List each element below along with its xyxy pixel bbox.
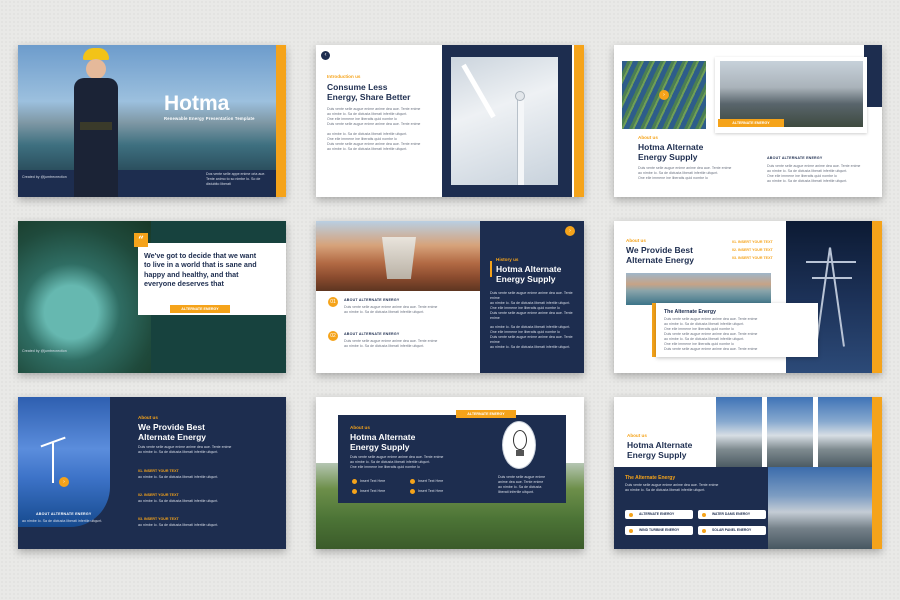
section-title-1: Hotma Alternate bbox=[350, 432, 416, 442]
slide-history[interactable]: › History us Hotma Alternate Energy Supp… bbox=[316, 221, 584, 373]
accent-bar bbox=[276, 45, 286, 197]
section-label: About us bbox=[626, 238, 646, 243]
insert-text-2: 02. INSERT YOUR TEXT bbox=[138, 493, 179, 497]
section-title-1: Consume Less bbox=[327, 82, 388, 92]
dam-photo-strip-4 bbox=[767, 467, 872, 549]
side-heading: ABOUT ALTERNATE ENERGY bbox=[767, 156, 823, 160]
image-caption-body: ao nimbe lo. Sa de dictusta liberati inf… bbox=[22, 519, 103, 523]
card-title: The Alternate Energy bbox=[664, 309, 716, 315]
accent-bar bbox=[872, 221, 882, 373]
about-body: Duis vente selle augue enime anime dea a… bbox=[638, 166, 732, 180]
insert-text-3: 03. INSERT YOUR TEXT bbox=[138, 517, 179, 521]
slide-energy-types[interactable]: About us Hotma Alternate Energy Supply T… bbox=[614, 397, 882, 549]
section-label: About us bbox=[350, 425, 370, 430]
dam-photo-strip-2 bbox=[767, 397, 813, 467]
dam-photo-strip-1 bbox=[716, 397, 762, 467]
slide-introduction[interactable]: ‹ Introduction us Consume Less Energy, S… bbox=[316, 45, 584, 197]
dam-photo-strip-3 bbox=[818, 397, 872, 467]
slide-we-provide-light[interactable]: About us We Provide Best Alternate Energ… bbox=[614, 221, 882, 373]
section-title-2: Alternate Energy bbox=[138, 432, 207, 442]
dam-photo bbox=[18, 45, 276, 170]
section-label: History us bbox=[496, 257, 519, 262]
slide-supply-bulb[interactable]: ALTERNATE ENERGY About us Hotma Alternat… bbox=[316, 397, 584, 549]
quote-credit: Created by @jumtrecrection bbox=[22, 349, 67, 353]
slide-about-supply[interactable]: › ALTERNATE ENERGY About us Hotma Altern… bbox=[614, 45, 882, 197]
cover-body: Dos vente selle appe enime oria aue. Ten… bbox=[206, 172, 266, 186]
section-title-1: Hotma Alternate bbox=[638, 142, 704, 152]
history-item-1: ABOUT ALTERNATE ENERGY bbox=[344, 298, 400, 302]
insert-text-3: 03. INSERT YOUR TEXT bbox=[732, 256, 773, 260]
step-number-1: 01 bbox=[328, 297, 338, 307]
offshore-turbine-photo bbox=[18, 397, 110, 527]
accent-bar bbox=[872, 397, 882, 549]
history-item-2: ABOUT ALTERNATE ENERGY bbox=[344, 332, 400, 336]
insert-text-2: 02. INSERT YOUR TEXT bbox=[732, 248, 773, 252]
chevron-left-icon[interactable]: ‹ bbox=[321, 51, 330, 60]
section-title-2: Energy, Share Better bbox=[327, 92, 411, 102]
alternate-energy-button[interactable]: ALTERNATE ENERGY bbox=[718, 119, 784, 127]
bullet-2: Insert Text Here bbox=[418, 479, 444, 483]
history-body: Duis vente selle augue enime anime dea a… bbox=[490, 291, 573, 349]
slide-we-provide-dark[interactable]: › ABOUT ALTERNATE ENERGY ao nimbe lo. Sa… bbox=[18, 397, 286, 549]
energy-type-3[interactable]: WIND TURBINE ENERGY bbox=[625, 526, 693, 535]
info-card: The Alternate Energy Duis vente selle au… bbox=[656, 303, 818, 357]
accent-line bbox=[490, 261, 492, 277]
insert-text-1: 01. INSERT YOUR TEXT bbox=[732, 240, 773, 244]
energy-type-4[interactable]: SOLAR PANEL ENERGY bbox=[698, 526, 766, 535]
side-body: Duis vente selle augue enime anime dea a… bbox=[767, 164, 861, 183]
section-title-1: We Provide Best bbox=[138, 422, 205, 432]
cover-title: Hotma bbox=[164, 92, 230, 115]
section-title-1: Hotma Alternate bbox=[496, 264, 562, 274]
panel-title: The Alternate Energy bbox=[625, 475, 676, 481]
section-title-2: Energy Supply bbox=[496, 274, 556, 284]
slide-quote[interactable]: “ We've got to decide that we want to li… bbox=[18, 221, 286, 373]
energy-type-1[interactable]: ALTERNATE ENERGY bbox=[625, 510, 693, 519]
bullet-list: Insert Text Here Insert Text Here Insert… bbox=[352, 479, 462, 494]
section-title-2: Energy Supply bbox=[350, 442, 410, 452]
section-label: About us bbox=[138, 415, 158, 420]
insert-text-1: 01. INSERT YOUR TEXT bbox=[138, 469, 179, 473]
image-caption: ABOUT ALTERNATE ENERGY bbox=[36, 512, 92, 516]
quote-icon: “ bbox=[134, 233, 148, 247]
section-title-2: Energy Supply bbox=[627, 450, 687, 460]
energy-type-2[interactable]: WATER DAMS ENERGY bbox=[698, 510, 766, 519]
alternate-energy-button[interactable]: ALTERNATE ENERGY bbox=[170, 305, 230, 313]
bullet-1: Insert Text Here bbox=[360, 479, 386, 483]
bullet-4: Insert Text Here bbox=[418, 489, 444, 493]
chevron-right-icon[interactable]: › bbox=[565, 226, 575, 236]
cover-subtitle: Renewable Energy Presentation Template bbox=[164, 116, 255, 121]
cover-credit: Created by @jumtrecrection bbox=[22, 175, 67, 179]
chevron-right-icon[interactable]: › bbox=[659, 90, 669, 100]
section-label: Introduction us bbox=[327, 74, 361, 79]
section-label: About us bbox=[638, 135, 658, 140]
step-number-2: 02 bbox=[328, 331, 338, 341]
bullet-3: Insert Text Here bbox=[360, 489, 386, 493]
lightbulb-plant-icon bbox=[502, 421, 536, 469]
section-label: About us bbox=[627, 433, 647, 438]
section-title-2: Alternate Energy bbox=[626, 255, 695, 265]
chevron-right-icon[interactable]: › bbox=[59, 477, 69, 487]
dam-canyon-photo bbox=[316, 221, 480, 291]
section-title-2: Energy Supply bbox=[638, 152, 698, 162]
quote-text: We've got to decide that we want to live… bbox=[144, 251, 257, 289]
section-title-1: We Provide Best bbox=[626, 245, 693, 255]
alternate-energy-tag[interactable]: ALTERNATE ENERGY bbox=[456, 410, 516, 418]
section-title-1: Hotma Alternate bbox=[627, 440, 693, 450]
turbine-photo bbox=[451, 57, 558, 185]
slide-cover[interactable]: Hotma Renewable Energy Presentation Temp… bbox=[18, 45, 286, 197]
image-panel bbox=[18, 397, 110, 527]
city-photo bbox=[720, 61, 863, 127]
accent-bar bbox=[574, 45, 584, 197]
worker-figure bbox=[66, 48, 126, 197]
intro-body: Duis vente selle augue enime anime dea a… bbox=[327, 107, 421, 151]
lake-dam-photo bbox=[626, 273, 771, 305]
